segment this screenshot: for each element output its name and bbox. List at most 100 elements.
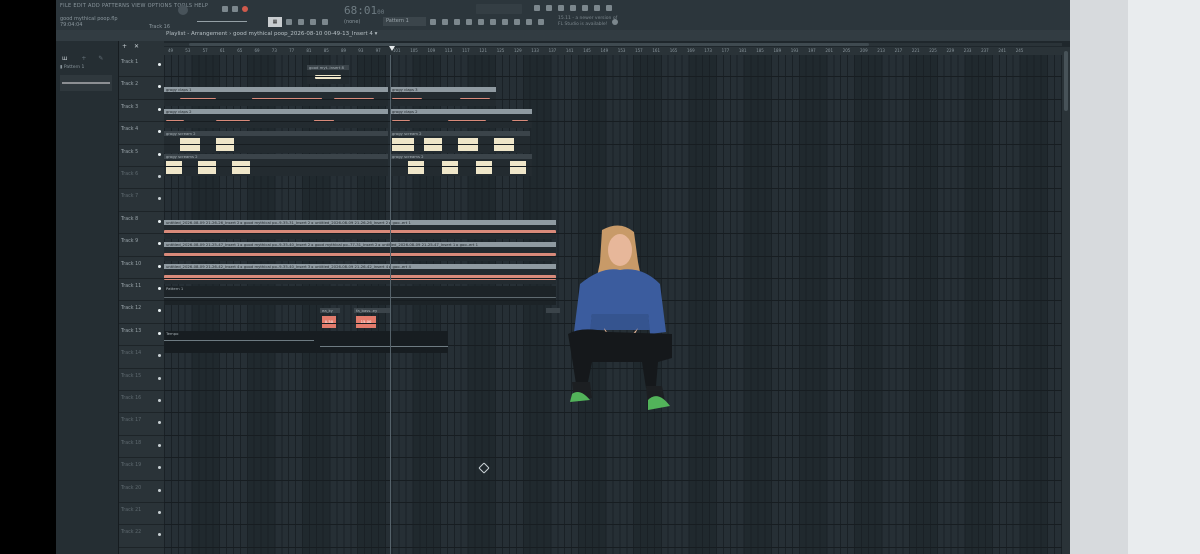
- browser-item[interactable]: ▮ Pattern 1: [60, 65, 84, 70]
- track-mute-led[interactable]: [158, 175, 161, 178]
- track-mute-led[interactable]: [158, 488, 161, 492]
- info-icon[interactable]: [606, 5, 612, 11]
- globe-icon[interactable]: [612, 19, 618, 25]
- track-mute-led[interactable]: [158, 309, 161, 313]
- track-mute-led[interactable]: [158, 130, 161, 134]
- track-header[interactable]: Track 18: [119, 435, 164, 459]
- snap-button[interactable]: ▦: [268, 17, 282, 27]
- browser-tab-plus-icon[interactable]: +: [81, 55, 86, 62]
- track-mute-led[interactable]: [158, 287, 161, 290]
- audio-clip[interactable]: grogy claps 1: [164, 87, 388, 106]
- record-icon[interactable]: [242, 6, 248, 12]
- track-mute-led[interactable]: [158, 533, 161, 537]
- speaker-icon[interactable]: [582, 5, 588, 11]
- track-header[interactable]: Track 21: [119, 502, 164, 526]
- menu-patterns[interactable]: PATTERNS: [102, 3, 130, 9]
- vertical-scroll-thumb[interactable]: [1064, 51, 1068, 111]
- track-mute-led[interactable]: [158, 466, 161, 470]
- track-mute-led[interactable]: [158, 331, 161, 335]
- track-mute-led[interactable]: [158, 399, 161, 402]
- menu-help[interactable]: HELP: [194, 3, 208, 9]
- audio-clip[interactable]: grogy claps 3: [390, 87, 496, 106]
- track-header[interactable]: Track 10: [119, 256, 164, 279]
- audio-clip[interactable]: grogy claps 2: [164, 109, 388, 128]
- vertical-scrollbar[interactable]: [1062, 47, 1070, 554]
- fx-icon[interactable]: [558, 5, 564, 11]
- paint-icon[interactable]: [298, 19, 304, 25]
- playhead-marker[interactable]: [389, 46, 395, 51]
- track-header[interactable]: Track 2: [119, 76, 164, 100]
- menu-file[interactable]: FILE: [60, 3, 72, 9]
- track-header[interactable]: Track 13: [119, 323, 164, 347]
- track-header[interactable]: Track 5: [119, 144, 164, 167]
- menu-options[interactable]: OPTIONS: [148, 3, 172, 9]
- pattern-clip[interactable]: [546, 308, 560, 328]
- master-pitch-knob-icon[interactable]: [178, 5, 188, 15]
- add-track-icon[interactable]: +: [122, 43, 127, 50]
- track-header[interactable]: Track 6: [119, 166, 164, 190]
- mixer-icon[interactable]: [430, 19, 436, 25]
- track-header[interactable]: Track 22: [119, 524, 164, 548]
- wait-icon[interactable]: [526, 19, 532, 25]
- track-header[interactable]: Track 19: [119, 457, 164, 481]
- track-header[interactable]: Track 11: [119, 278, 164, 302]
- snap-mode[interactable]: (none): [344, 19, 360, 25]
- track-mute-led[interactable]: [158, 219, 161, 223]
- master-volume-slider[interactable]: [197, 21, 247, 22]
- track-header[interactable]: Track 1: [119, 54, 164, 78]
- horizontal-scroll-thumb[interactable]: [189, 43, 869, 46]
- track-mute-led[interactable]: [158, 63, 161, 66]
- audio-clip[interactable]: grogy screams 2: [164, 154, 388, 176]
- piano-roll-icon[interactable]: [454, 19, 460, 25]
- track-header[interactable]: Track 4: [119, 121, 164, 145]
- stop-icon[interactable]: [232, 6, 238, 12]
- track-header[interactable]: Track 12: [119, 300, 164, 324]
- track-mute-led[interactable]: [158, 354, 161, 358]
- timeline-ruler[interactable]: 49 53 57 61 65 69 73 77 81 85 89 93 97 101 105 109 113 11…: [164, 47, 1062, 55]
- options-icon[interactable]: ✕: [134, 43, 139, 50]
- audio-clip[interactable]: grogy screams 2: [390, 154, 532, 176]
- track-header[interactable]: Track 20: [119, 480, 164, 503]
- audio-clip[interactable]: grogy scream 2: [390, 131, 530, 153]
- menu-edit[interactable]: EDIT: [73, 3, 86, 9]
- online-icon[interactable]: [534, 5, 540, 11]
- horizontal-scrollbar[interactable]: [164, 43, 1062, 46]
- track-mute-led[interactable]: [158, 242, 161, 246]
- track-header[interactable]: Track 9: [119, 233, 164, 257]
- pencil-icon[interactable]: [310, 19, 316, 25]
- browser-tab-pencil-icon[interactable]: ✎: [98, 55, 103, 62]
- track-mute-led[interactable]: [158, 85, 161, 89]
- metronome-icon[interactable]: [514, 19, 520, 25]
- record-loop-icon[interactable]: [322, 19, 328, 25]
- settings-icon[interactable]: [594, 5, 600, 11]
- tempo-tapper-icon[interactable]: [502, 19, 508, 25]
- track-mute-led[interactable]: [158, 443, 161, 447]
- track-mute-led[interactable]: [158, 197, 161, 201]
- countdown-icon[interactable]: [538, 19, 544, 25]
- track-header[interactable]: Track 3: [119, 99, 164, 123]
- menu-add[interactable]: ADD: [88, 3, 100, 9]
- recording-icon[interactable]: [546, 5, 552, 11]
- track-header[interactable]: Track 16: [119, 390, 164, 414]
- audio-clip[interactable]: untitled_2026-08-09 21-25-47_Insert 1 ▸ …: [164, 242, 556, 261]
- track-mute-led[interactable]: [158, 107, 161, 111]
- audio-clip[interactable]: grogy claps 2: [390, 109, 532, 128]
- menu-view[interactable]: VIEW: [132, 3, 146, 9]
- audio-clip[interactable]: untitled_2026-08-09 21-26-26_Insert 2 ▸ …: [164, 220, 556, 239]
- chevron-down-icon[interactable]: ▾: [375, 31, 378, 37]
- mic-icon[interactable]: [570, 5, 576, 11]
- track-header[interactable]: Track 15: [119, 368, 164, 391]
- pattern-clip[interactable]: Pattern 1: [164, 286, 556, 305]
- track-header[interactable]: Track 17: [119, 412, 164, 436]
- track-mute-led[interactable]: [158, 376, 161, 380]
- track-mute-led[interactable]: [158, 264, 161, 268]
- track-header[interactable]: Track 14: [119, 345, 164, 369]
- browser-icon[interactable]: [478, 19, 484, 25]
- channel-rack-icon[interactable]: [442, 19, 448, 25]
- track-mute-led[interactable]: [158, 152, 161, 156]
- pattern-selector[interactable]: Pattern 1: [383, 17, 426, 26]
- plugin-picker-icon[interactable]: [490, 19, 496, 25]
- news-panel[interactable]: 15.11 - a newer version of FL Studio is …: [558, 16, 617, 28]
- arrow-right-icon[interactable]: [286, 19, 292, 25]
- track-mute-led[interactable]: [158, 421, 161, 425]
